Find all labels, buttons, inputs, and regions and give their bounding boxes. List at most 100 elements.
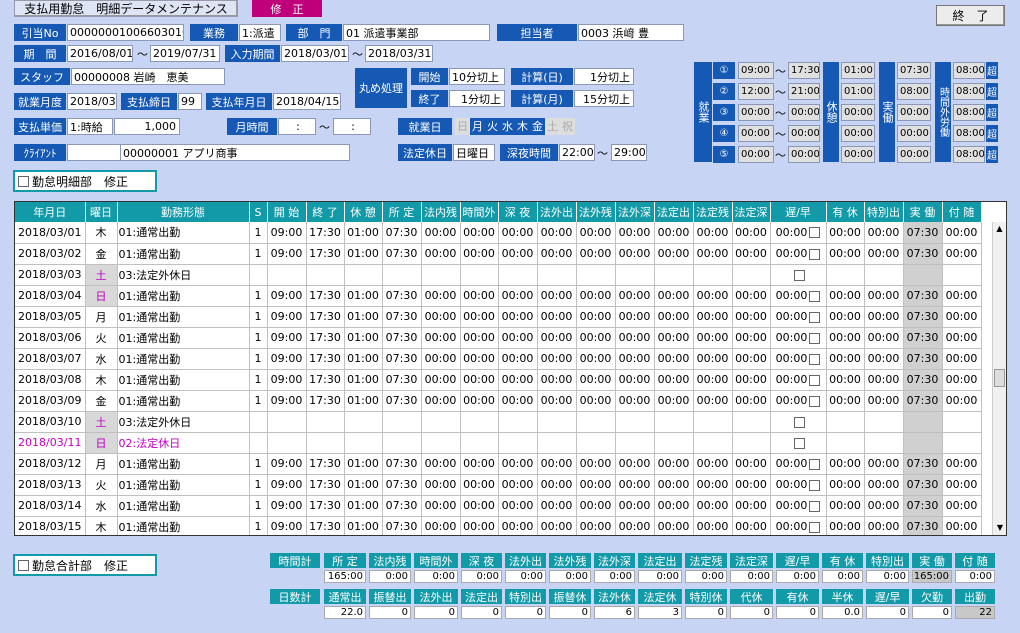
time-cell[interactable]: 00:00 — [732, 243, 771, 265]
time-cell[interactable]: 00:00 — [460, 285, 499, 307]
time-cell[interactable]: 00:00 — [421, 348, 461, 370]
weekday-cell[interactable]: 日 — [85, 285, 118, 307]
time-cell[interactable]: 00:00 — [498, 516, 538, 535]
time-cell[interactable]: 00:00 — [654, 243, 694, 265]
actual-work-cell[interactable]: 07:30 — [903, 327, 943, 349]
day-total-value[interactable]: 0.0 — [822, 606, 863, 619]
time-cell[interactable] — [460, 264, 499, 286]
paid-leave-cell[interactable]: 00:00 — [826, 453, 865, 475]
date-cell[interactable]: 2018/03/07 — [15, 348, 86, 370]
time-cell[interactable]: 00:00 — [732, 222, 771, 244]
table-row[interactable]: 2018/03/10 土 03:法定外休日 — [15, 411, 982, 433]
time-cell[interactable]: 00:00 — [421, 453, 461, 475]
time-cell[interactable]: 17:30 — [306, 390, 345, 412]
incidental-cell[interactable] — [942, 264, 982, 286]
incidental-cell[interactable]: 00:00 — [942, 495, 982, 517]
time-cell[interactable]: 09:00 — [267, 369, 307, 391]
time-cell[interactable]: 00:00 — [576, 516, 616, 535]
work-type-cell[interactable]: 01:通常出勤 — [117, 348, 250, 370]
weekday-cell[interactable]: 水 — [85, 348, 118, 370]
s-cell[interactable]: 1 — [249, 474, 268, 496]
time-cell[interactable]: 01:00 — [344, 390, 383, 412]
day-total-value[interactable]: 0 — [414, 606, 458, 619]
shift-work-field[interactable]: 08:00 — [897, 83, 931, 100]
late-cell[interactable]: 00:00 — [770, 516, 827, 535]
time-cell[interactable]: 17:30 — [306, 243, 345, 265]
late-checkbox[interactable] — [793, 437, 805, 449]
time-cell[interactable]: 07:30 — [382, 516, 422, 535]
special-cell[interactable]: 00:00 — [864, 348, 904, 370]
time-cell[interactable]: 09:00 — [267, 222, 307, 244]
time-cell[interactable]: 00:00 — [421, 285, 461, 307]
work-type-cell[interactable]: 01:通常出勤 — [117, 369, 250, 391]
time-cell[interactable]: 00:00 — [460, 453, 499, 475]
time-cell[interactable]: 07:30 — [382, 306, 422, 328]
day-total-value[interactable]: 22 — [955, 606, 995, 619]
weekday-cell[interactable]: 月 — [85, 453, 118, 475]
tanto-field[interactable]: 0003 浜﨑 豊 — [578, 24, 684, 41]
time-cell[interactable]: 01:00 — [344, 495, 383, 517]
time-cell[interactable] — [537, 264, 577, 286]
s-cell[interactable]: 1 — [249, 306, 268, 328]
late-checkbox[interactable] — [809, 458, 821, 470]
time-cell[interactable]: 09:00 — [267, 285, 307, 307]
time-cell[interactable]: 00:00 — [576, 390, 616, 412]
late-cell[interactable]: 00:00 — [770, 453, 827, 475]
time-cell[interactable] — [498, 432, 538, 454]
incidental-cell[interactable]: 00:00 — [942, 306, 982, 328]
s-cell[interactable]: 1 — [249, 390, 268, 412]
s-cell[interactable]: 1 — [249, 453, 268, 475]
time-cell[interactable]: 00:00 — [615, 348, 655, 370]
date-cell[interactable]: 2018/03/08 — [15, 369, 86, 391]
time-cell[interactable]: 00:00 — [615, 327, 655, 349]
actual-work-cell[interactable]: 07:30 — [903, 474, 943, 496]
time-cell[interactable]: 00:00 — [537, 285, 577, 307]
date-cell[interactable]: 2018/03/06 — [15, 327, 86, 349]
weekday-cell[interactable]: 木 — [85, 516, 118, 535]
time-cell[interactable]: 09:00 — [267, 495, 307, 517]
time-cell[interactable]: 00:00 — [421, 516, 461, 535]
time-cell[interactable]: 09:00 — [267, 327, 307, 349]
late-cell[interactable]: 00:00 — [770, 495, 827, 517]
day-total-value[interactable]: 0 — [866, 606, 909, 619]
close-button[interactable]: 終 了 — [936, 5, 1005, 26]
paid-leave-cell[interactable]: 00:00 — [826, 306, 865, 328]
time-cell[interactable] — [693, 411, 733, 433]
workday-tue[interactable]: 火 — [485, 118, 500, 135]
work-type-cell[interactable]: 01:通常出勤 — [117, 474, 250, 496]
summary-checkbox[interactable] — [18, 559, 29, 571]
workday-hol[interactable]: 祝 — [560, 118, 575, 135]
time-cell[interactable]: 01:00 — [344, 369, 383, 391]
day-total-value[interactable]: 0 — [685, 606, 727, 619]
shift-work-field[interactable]: 00:00 — [897, 146, 931, 163]
time-cell[interactable]: 00:00 — [498, 348, 538, 370]
work-type-cell[interactable]: 01:通常出勤 — [117, 516, 250, 535]
time-cell[interactable]: 00:00 — [615, 516, 655, 535]
time-cell[interactable]: 00:00 — [615, 243, 655, 265]
day-total-value[interactable]: 0 — [369, 606, 411, 619]
time-cell[interactable] — [615, 432, 655, 454]
time-cell[interactable]: 00:00 — [654, 453, 694, 475]
time-cell[interactable]: 07:30 — [382, 222, 422, 244]
table-row[interactable]: 2018/03/08 木 01:通常出勤 1 09:00 17:30 01:00 07:30 0… — [15, 369, 982, 391]
time-cell[interactable]: 00:00 — [460, 327, 499, 349]
late-checkbox[interactable] — [809, 521, 821, 533]
time-cell[interactable] — [267, 411, 307, 433]
paid-leave-cell[interactable]: 00:00 — [826, 495, 865, 517]
weekday-cell[interactable]: 月 — [85, 306, 118, 328]
time-cell[interactable]: 00:00 — [576, 453, 616, 475]
time-cell[interactable] — [498, 411, 538, 433]
late-cell[interactable] — [770, 264, 827, 286]
time-cell[interactable]: 00:00 — [537, 348, 577, 370]
time-cell[interactable]: 17:30 — [306, 453, 345, 475]
shugyo-month-field[interactable]: 2018/03 — [67, 93, 117, 110]
time-cell[interactable] — [421, 264, 461, 286]
time-cell[interactable]: 00:00 — [460, 390, 499, 412]
time-cell[interactable] — [344, 411, 383, 433]
time-cell[interactable]: 00:00 — [654, 516, 694, 535]
paid-leave-cell[interactable]: 00:00 — [826, 243, 865, 265]
late-checkbox[interactable] — [793, 416, 805, 428]
time-cell[interactable]: 00:00 — [421, 306, 461, 328]
weekday-cell[interactable]: 火 — [85, 474, 118, 496]
time-total-value[interactable]: 0:00 — [822, 570, 863, 583]
